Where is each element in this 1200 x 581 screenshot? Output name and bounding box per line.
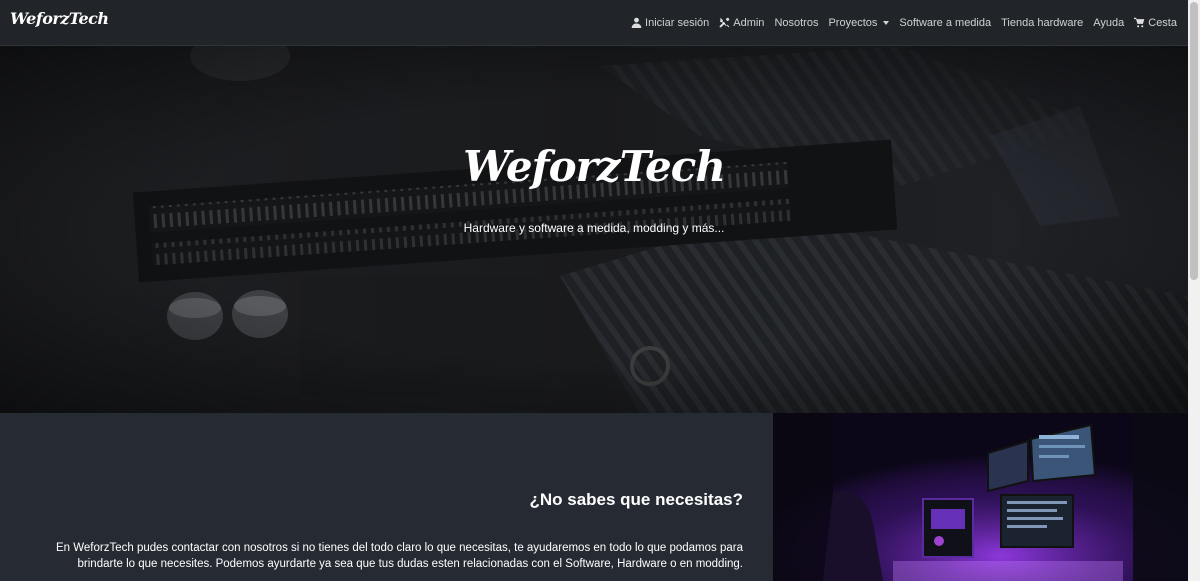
cart-icon: [1134, 17, 1145, 28]
hero-banner: WeforzTech Hardware y software a medida,…: [0, 46, 1188, 413]
nav-help-label: Ayuda: [1093, 16, 1125, 29]
nav-login-label: Iniciar sesión: [645, 16, 710, 29]
gaming-setup-illustration: [773, 413, 1188, 581]
gaming-setup-image: [773, 413, 1188, 581]
user-icon: [631, 17, 642, 28]
navbar: WeforzTech Iniciar sesión Admin Nosotros…: [0, 0, 1188, 46]
nav-software[interactable]: Software a medida: [899, 17, 991, 29]
nav-admin-label: Admin: [733, 16, 765, 29]
nav-about[interactable]: Nosotros: [774, 17, 818, 29]
section-text: En WeforzTech pudes contactar con nosotr…: [55, 542, 743, 570]
scrollbar-thumb[interactable]: [1190, 2, 1198, 280]
nav-projects-label: Proyectos: [828, 16, 878, 29]
tools-icon: [719, 17, 730, 28]
hero-title: WeforzTech: [463, 142, 726, 191]
hero-subtitle: Hardware y software a medida, modding y …: [463, 221, 725, 235]
nav-cart-label: Cesta: [1148, 16, 1177, 29]
nav-help[interactable]: Ayuda: [1093, 17, 1124, 29]
brand-logo[interactable]: WeforzTech: [10, 9, 109, 28]
nav-admin[interactable]: Admin: [719, 17, 764, 29]
scrollbar[interactable]: [1188, 0, 1200, 581]
nav-about-label: Nosotros: [774, 16, 819, 29]
caret-down-icon: [883, 20, 890, 25]
nav-software-label: Software a medida: [899, 16, 992, 29]
nav-login[interactable]: Iniciar sesión: [631, 17, 709, 29]
nav-cart[interactable]: Cesta: [1134, 17, 1177, 29]
section-title: ¿No sabes que necesitas?: [529, 490, 743, 509]
brand-name: WeforzTech: [10, 9, 109, 28]
nav-menu: Iniciar sesión Admin Nosotros Proyectos …: [631, 0, 1177, 45]
nav-projects-dropdown[interactable]: Proyectos: [828, 16, 890, 29]
info-section: ¿No sabes que necesitas? En WeforzTech p…: [0, 413, 773, 581]
nav-store-label: Tienda hardware: [1001, 16, 1084, 29]
nav-store[interactable]: Tienda hardware: [1001, 17, 1083, 29]
